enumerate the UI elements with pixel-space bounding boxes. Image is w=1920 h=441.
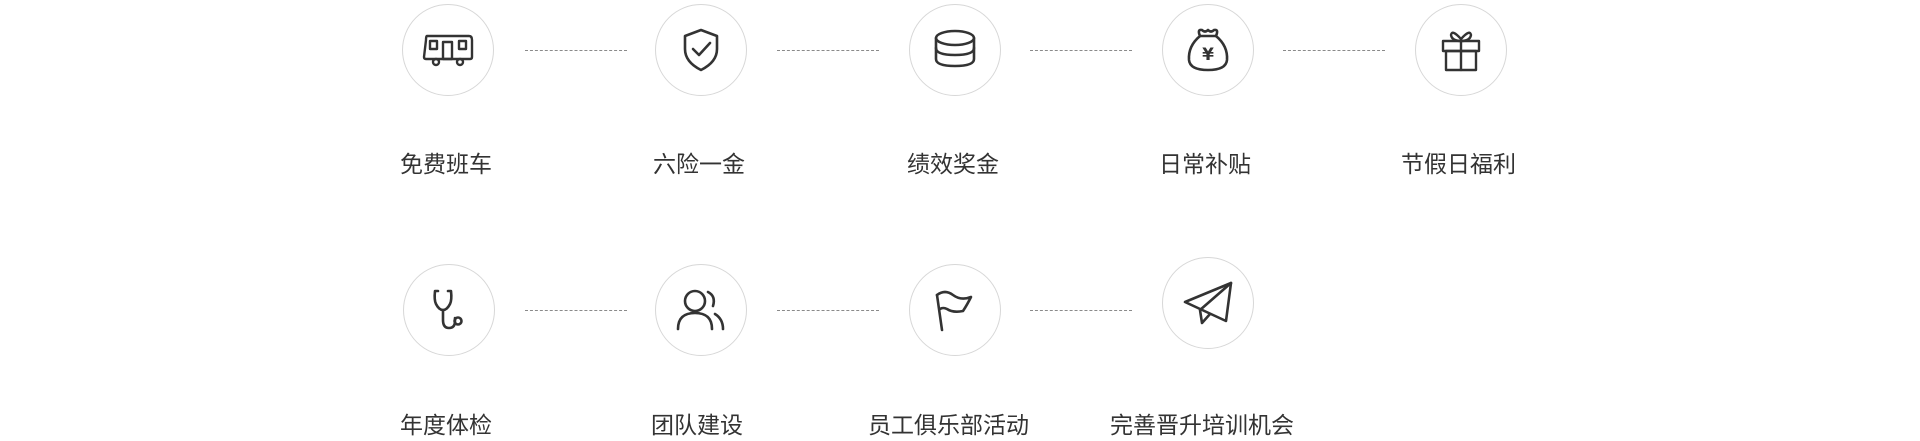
benefit-item-insurance bbox=[655, 4, 747, 96]
svg-text:¥: ¥ bbox=[1202, 45, 1214, 65]
benefit-item-employee-club bbox=[909, 264, 1001, 356]
benefits-section: ¥ 免费班车 六险一金 绩效奖金 日常补贴 节假日福利 年度体检 团队建设 员工… bbox=[0, 0, 1920, 441]
connector-line bbox=[1030, 310, 1132, 311]
benefit-item-team-building bbox=[655, 264, 747, 356]
connector-line bbox=[1030, 50, 1132, 51]
benefit-label: 绩效奖金 bbox=[907, 152, 999, 178]
connector-line bbox=[525, 50, 627, 51]
benefit-item-health-check bbox=[403, 264, 495, 356]
connector-line bbox=[777, 50, 879, 51]
benefit-item-bonus bbox=[909, 4, 1001, 96]
benefit-item-holiday-gift bbox=[1415, 4, 1507, 96]
benefit-item-shuttle-bus bbox=[402, 4, 494, 96]
benefit-item-allowance: ¥ bbox=[1162, 4, 1254, 96]
benefit-label: 团队建设 bbox=[651, 413, 743, 439]
benefit-label: 年度体检 bbox=[400, 413, 492, 439]
benefit-label: 节假日福利 bbox=[1401, 152, 1516, 178]
connector-line bbox=[1283, 50, 1385, 51]
benefit-item-promotion-training bbox=[1162, 257, 1254, 349]
benefit-label: 员工俱乐部活动 bbox=[868, 413, 1029, 439]
connector-line bbox=[525, 310, 627, 311]
benefit-label: 完善晋升培训机会 bbox=[1110, 413, 1294, 439]
benefit-label: 日常补贴 bbox=[1159, 152, 1251, 178]
benefit-label: 六险一金 bbox=[653, 152, 745, 178]
connector-line bbox=[777, 310, 879, 311]
benefit-label: 免费班车 bbox=[400, 152, 492, 178]
